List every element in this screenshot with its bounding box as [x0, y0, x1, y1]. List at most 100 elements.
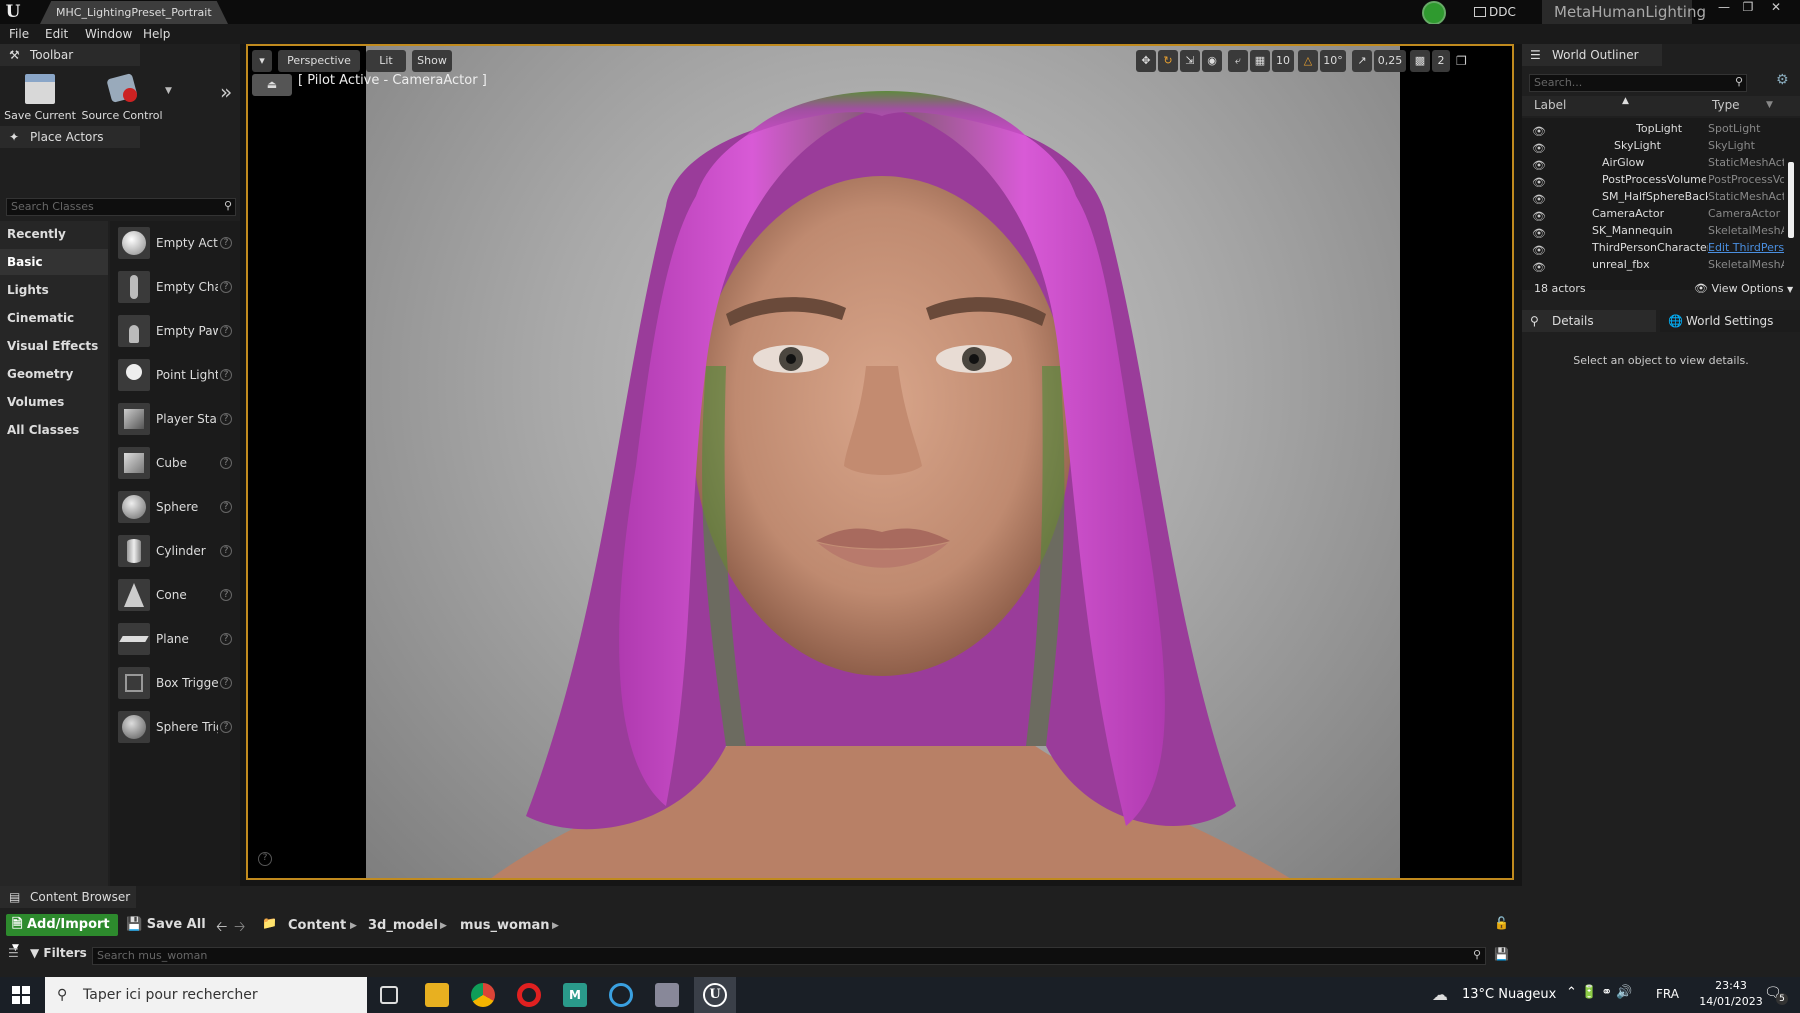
menu-edit[interactable]: Edit: [45, 26, 68, 42]
clock-time[interactable]: 23:43: [1706, 979, 1756, 993]
outliner-row[interactable]: 👁 unreal_fbx SkeletalMeshActor: [1522, 256, 1784, 274]
save-search-icon[interactable]: 💾: [1494, 947, 1509, 963]
actor-sphere-trigger[interactable]: Sphere Trigger ?: [110, 705, 240, 749]
visibility-eye-icon[interactable]: 👁: [1532, 259, 1546, 274]
forward-arrow-icon[interactable]: 🡢: [234, 916, 248, 936]
maya-icon[interactable]: M: [563, 983, 587, 1007]
outliner-row[interactable]: 👁 SK_Mannequin SkeletalMeshActor: [1522, 222, 1784, 240]
outliner-scrollbar[interactable]: [1788, 162, 1794, 238]
visibility-eye-icon[interactable]: 👁: [1532, 140, 1546, 155]
world-local-icon[interactable]: ◉: [1202, 50, 1222, 72]
help-icon[interactable]: ?: [220, 369, 232, 381]
sources-panel-icon[interactable]: ☰: [8, 946, 24, 964]
actor-point-light[interactable]: Point Light ?: [110, 353, 240, 397]
column-type-header[interactable]: Type: [1712, 98, 1740, 112]
expand-toolbar-icon[interactable]: »: [220, 80, 238, 104]
menu-help[interactable]: Help: [143, 26, 170, 42]
windows-start-icon[interactable]: [12, 986, 30, 1004]
breadcrumb-separator-icon[interactable]: ▶: [552, 916, 559, 936]
category-basic[interactable]: Basic: [0, 249, 108, 275]
rotation-snap-value[interactable]: 10°: [1320, 50, 1346, 72]
viewport-render[interactable]: [366, 46, 1400, 878]
help-icon[interactable]: ?: [220, 413, 232, 425]
chrome-icon[interactable]: [471, 983, 495, 1007]
visibility-eye-icon[interactable]: 👁: [1532, 225, 1546, 240]
minimize-icon[interactable]: —: [1712, 0, 1736, 14]
actor-empty-pawn[interactable]: Empty Pawn ?: [110, 309, 240, 353]
category-lights[interactable]: Lights: [0, 277, 108, 303]
grid-snap-value[interactable]: 10: [1272, 50, 1294, 72]
help-icon[interactable]: ?: [220, 237, 232, 249]
outliner-row[interactable]: 👁 SM_HalfSphereBackground StaticMeshActo…: [1522, 188, 1784, 206]
lit-button[interactable]: Lit: [366, 50, 406, 72]
outliner-row[interactable]: 👁 SkyLight SkyLight: [1522, 137, 1784, 155]
surface-snap-icon[interactable]: ⤶: [1228, 50, 1248, 72]
details-tab[interactable]: ⚲ Details: [1522, 310, 1656, 332]
breadcrumb-content[interactable]: Content: [288, 916, 346, 936]
category-geometry[interactable]: Geometry: [0, 361, 108, 387]
actor-sphere[interactable]: Sphere ?: [110, 485, 240, 529]
menu-file[interactable]: File: [9, 26, 29, 42]
help-icon[interactable]: ?: [220, 589, 232, 601]
unreal-taskbar-button[interactable]: U: [694, 977, 736, 1013]
camera-speed-value[interactable]: 2: [1432, 50, 1450, 72]
c-app-icon[interactable]: [609, 983, 633, 1007]
language-indicator[interactable]: FRA: [1656, 987, 1686, 1003]
save-all-button[interactable]: 💾 Save All: [126, 914, 206, 936]
system-tray-icons[interactable]: ⌃ 🔋 ⚭ 🔊: [1566, 985, 1646, 1005]
toolbar-tab[interactable]: ⚒ Toolbar: [0, 44, 140, 66]
view-options-button[interactable]: 👁 View Options ▼: [1694, 282, 1794, 298]
world-settings-tab[interactable]: 🌐 World Settings: [1660, 310, 1800, 332]
visibility-eye-icon[interactable]: 👁: [1532, 191, 1546, 206]
category-all-classes[interactable]: All Classes: [0, 417, 108, 443]
content-search-input[interactable]: Search mus_woman ⚲: [92, 947, 1486, 965]
rotation-snap-icon[interactable]: △: [1298, 50, 1318, 72]
level-viewport[interactable]: ▾ Perspective Lit Show ⏏ [ Pilot Active …: [246, 44, 1514, 880]
outliner-row[interactable]: 👁 ThirdPersonCharacter Edit ThirdPersonC…: [1522, 239, 1784, 257]
help-icon[interactable]: ?: [220, 325, 232, 337]
place-actors-tab[interactable]: ✦ Place Actors: [0, 126, 140, 148]
outliner-row[interactable]: 👁 CameraActor CameraActor: [1522, 205, 1784, 223]
help-icon[interactable]: ?: [220, 721, 232, 733]
help-icon[interactable]: ?: [220, 633, 232, 645]
camera-speed-icon[interactable]: ▩: [1410, 50, 1430, 72]
help-icon[interactable]: ?: [220, 501, 232, 513]
level-tab[interactable]: MHC_LightingPreset_Portrait: [40, 1, 228, 24]
help-icon[interactable]: ?: [220, 545, 232, 557]
perspective-button[interactable]: Perspective: [278, 50, 360, 72]
visibility-eye-icon[interactable]: 👁: [1532, 123, 1546, 138]
breadcrumb-3d-model[interactable]: 3d_model: [368, 916, 438, 936]
breadcrumb-separator-icon[interactable]: ▶: [440, 916, 447, 936]
content-browser-tab[interactable]: ▤ Content Browser: [0, 886, 136, 908]
scale-snap-value[interactable]: 0,25: [1374, 50, 1406, 72]
actor-empty-character[interactable]: Empty Character ?: [110, 265, 240, 309]
translate-icon[interactable]: ✥: [1136, 50, 1156, 72]
show-button[interactable]: Show: [412, 50, 452, 72]
source-control-dropdown-icon[interactable]: ▼: [165, 86, 175, 96]
eject-pilot-button[interactable]: ⏏: [252, 74, 292, 96]
visibility-eye-icon[interactable]: 👁: [1532, 174, 1546, 189]
search-classes-input[interactable]: Search Classes ⚲: [6, 198, 236, 216]
add-import-button[interactable]: 🗎 Add/Import ▼: [6, 914, 118, 953]
clock-date[interactable]: 14/01/2023: [1694, 995, 1768, 1009]
grid-snap-icon[interactable]: ▦: [1250, 50, 1270, 72]
category-volumes[interactable]: Volumes: [0, 389, 108, 415]
help-icon[interactable]: ?: [220, 677, 232, 689]
world-outliner-tab[interactable]: ☰ World Outliner: [1522, 44, 1662, 66]
actor-cylinder[interactable]: Cylinder ?: [110, 529, 240, 573]
close-icon[interactable]: ✕: [1764, 0, 1788, 14]
breadcrumb-separator-icon[interactable]: ▶: [350, 916, 357, 936]
actor-cone[interactable]: Cone ?: [110, 573, 240, 617]
opera-icon[interactable]: [517, 983, 541, 1007]
column-label-header[interactable]: Label: [1534, 98, 1566, 112]
breadcrumb-mus-woman[interactable]: mus_woman: [460, 916, 550, 936]
scale-snap-icon[interactable]: ↗: [1352, 50, 1372, 72]
scale-icon[interactable]: ⇲: [1180, 50, 1200, 72]
unreal-logo-icon[interactable]: U: [2, 1, 24, 23]
maximize-viewport-icon[interactable]: ❐: [1456, 54, 1470, 68]
lock-icon[interactable]: 🔓: [1494, 916, 1509, 934]
viewport-options-button[interactable]: ▾: [252, 50, 272, 72]
outliner-settings-icon[interactable]: ⚙: [1776, 72, 1794, 90]
file-explorer-icon[interactable]: [425, 983, 449, 1007]
weather-cloud-icon[interactable]: ☁: [1432, 985, 1454, 1005]
